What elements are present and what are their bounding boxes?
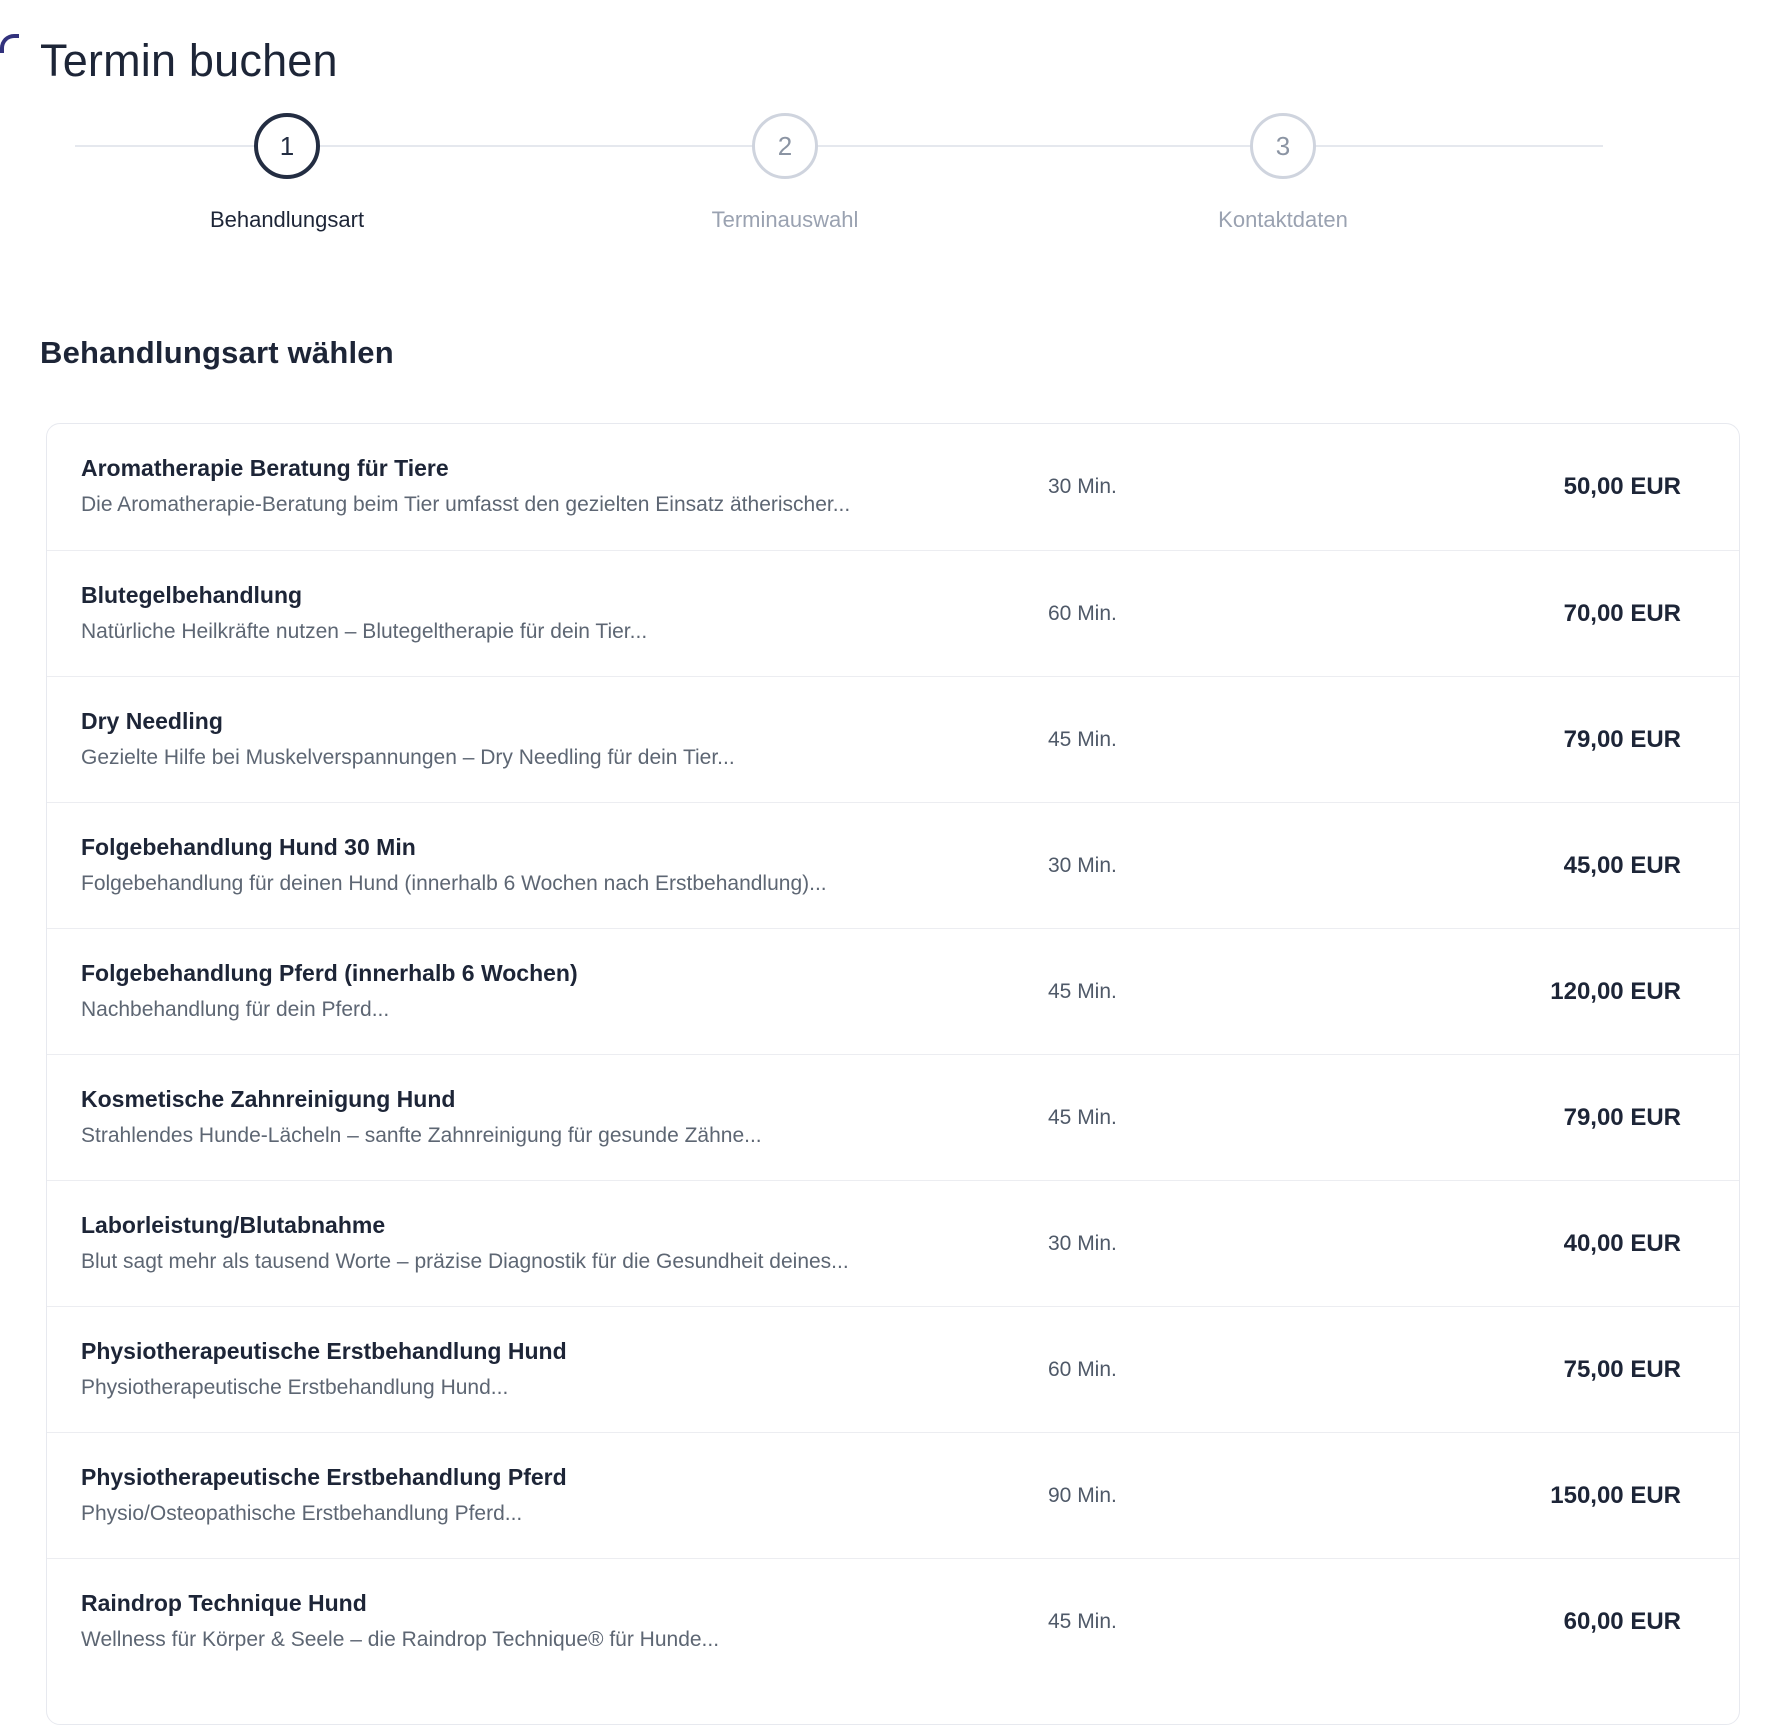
step-label: Terminauswahl: [712, 207, 859, 233]
service-row[interactable]: Physiotherapeutische Erstbehandlung Hund…: [47, 1306, 1739, 1432]
page-title: Termin buchen: [40, 34, 1784, 87]
service-info: Folgebehandlung Pferd (innerhalb 6 Woche…: [81, 959, 1048, 1024]
service-name: Physiotherapeutische Erstbehandlung Pfer…: [81, 1463, 1048, 1493]
service-duration: 45 Min.: [1048, 728, 1564, 752]
service-info: Kosmetische Zahnreinigung Hund Strahlend…: [81, 1085, 1048, 1150]
service-row[interactable]: Dry Needling Gezielte Hilfe bei Muskelve…: [47, 676, 1739, 802]
service-info: Aromatherapie Beratung für Tiere Die Aro…: [81, 454, 1048, 519]
service-price: 60,00 EUR: [1564, 1608, 1681, 1636]
service-duration: 30 Min.: [1048, 854, 1564, 878]
service-description: Folgebehandlung für deinen Hund (innerha…: [81, 870, 1048, 898]
service-info: Blutegelbehandlung Natürliche Heilkräfte…: [81, 581, 1048, 646]
service-row[interactable]: Kosmetische Zahnreinigung Hund Strahlend…: [47, 1054, 1739, 1180]
service-description: Wellness für Körper & Seele – die Raindr…: [81, 1626, 1048, 1654]
service-duration: 60 Min.: [1048, 1358, 1564, 1382]
service-info: Raindrop Technique Hund Wellness für Kör…: [81, 1589, 1048, 1654]
service-name: Blutegelbehandlung: [81, 581, 1048, 611]
service-duration: 60 Min.: [1048, 602, 1564, 626]
service-price: 45,00 EUR: [1564, 852, 1681, 880]
service-name: Physiotherapeutische Erstbehandlung Hund: [81, 1337, 1048, 1367]
service-name: Folgebehandlung Pferd (innerhalb 6 Woche…: [81, 959, 1048, 989]
service-info: Folgebehandlung Hund 30 Min Folgebehandl…: [81, 833, 1048, 898]
service-info: Laborleistung/Blutabnahme Blut sagt mehr…: [81, 1211, 1048, 1276]
service-row[interactable]: Aromatherapie Beratung für Tiere Die Aro…: [47, 424, 1739, 550]
service-info: Physiotherapeutische Erstbehandlung Hund…: [81, 1337, 1048, 1402]
service-list: Aromatherapie Beratung für Tiere Die Aro…: [46, 423, 1740, 1725]
step-label: Kontaktdaten: [1218, 207, 1348, 233]
service-price: 70,00 EUR: [1564, 600, 1681, 628]
service-description: Blut sagt mehr als tausend Worte – präzi…: [81, 1248, 1048, 1276]
service-name: Laborleistung/Blutabnahme: [81, 1211, 1048, 1241]
service-row[interactable]: Laborleistung/Blutabnahme Blut sagt mehr…: [47, 1180, 1739, 1306]
service-row[interactable]: Raindrop Technique Hund Wellness für Kör…: [47, 1558, 1739, 1684]
service-name: Dry Needling: [81, 707, 1048, 737]
step-label: Behandlungsart: [210, 207, 364, 233]
service-row[interactable]: Folgebehandlung Hund 30 Min Folgebehandl…: [47, 802, 1739, 928]
service-price: 50,00 EUR: [1564, 473, 1681, 501]
service-info: Dry Needling Gezielte Hilfe bei Muskelve…: [81, 707, 1048, 772]
section-heading: Behandlungsart wählen: [40, 335, 1784, 371]
service-price: 79,00 EUR: [1564, 726, 1681, 754]
service-duration: 45 Min.: [1048, 980, 1550, 1004]
service-name: Raindrop Technique Hund: [81, 1589, 1048, 1619]
service-description: Nachbehandlung für dein Pferd...: [81, 996, 1048, 1024]
service-description: Physio/Osteopathische Erstbehandlung Pfe…: [81, 1500, 1048, 1528]
service-row[interactable]: Blutegelbehandlung Natürliche Heilkräfte…: [47, 550, 1739, 676]
service-duration: 90 Min.: [1048, 1484, 1550, 1508]
service-duration: 30 Min.: [1048, 475, 1564, 499]
stepper-step: 3 Kontaktdaten: [1103, 95, 1463, 233]
service-description: Die Aromatherapie-Beratung beim Tier umf…: [81, 491, 1048, 519]
stepper: 1 Behandlungsart 2 Terminauswahl 3 Konta…: [0, 95, 1784, 247]
service-duration: 30 Min.: [1048, 1232, 1564, 1256]
corner-accent: [0, 34, 19, 53]
service-row[interactable]: Folgebehandlung Pferd (innerhalb 6 Woche…: [47, 928, 1739, 1054]
step-number-badge: 3: [1250, 113, 1316, 179]
service-name: Kosmetische Zahnreinigung Hund: [81, 1085, 1048, 1115]
service-duration: 45 Min.: [1048, 1106, 1564, 1130]
service-price: 75,00 EUR: [1564, 1356, 1681, 1384]
service-description: Strahlendes Hunde-Lächeln – sanfte Zahnr…: [81, 1122, 1048, 1150]
service-description: Gezielte Hilfe bei Muskelverspannungen –…: [81, 744, 1048, 772]
stepper-step: 1 Behandlungsart: [107, 95, 467, 233]
service-description: Natürliche Heilkräfte nutzen – Blutegelt…: [81, 618, 1048, 646]
service-duration: 45 Min.: [1048, 1610, 1564, 1634]
service-price: 79,00 EUR: [1564, 1104, 1681, 1132]
service-name: Aromatherapie Beratung für Tiere: [81, 454, 1048, 484]
stepper-step: 2 Terminauswahl: [605, 95, 965, 233]
service-description: Physiotherapeutische Erstbehandlung Hund…: [81, 1374, 1048, 1402]
service-info: Physiotherapeutische Erstbehandlung Pfer…: [81, 1463, 1048, 1528]
step-number-badge: 1: [254, 113, 320, 179]
service-name: Folgebehandlung Hund 30 Min: [81, 833, 1048, 863]
step-number-badge: 2: [752, 113, 818, 179]
service-row[interactable]: Physiotherapeutische Erstbehandlung Pfer…: [47, 1432, 1739, 1558]
service-price: 120,00 EUR: [1550, 978, 1681, 1006]
service-price: 40,00 EUR: [1564, 1230, 1681, 1258]
service-price: 150,00 EUR: [1550, 1482, 1681, 1510]
